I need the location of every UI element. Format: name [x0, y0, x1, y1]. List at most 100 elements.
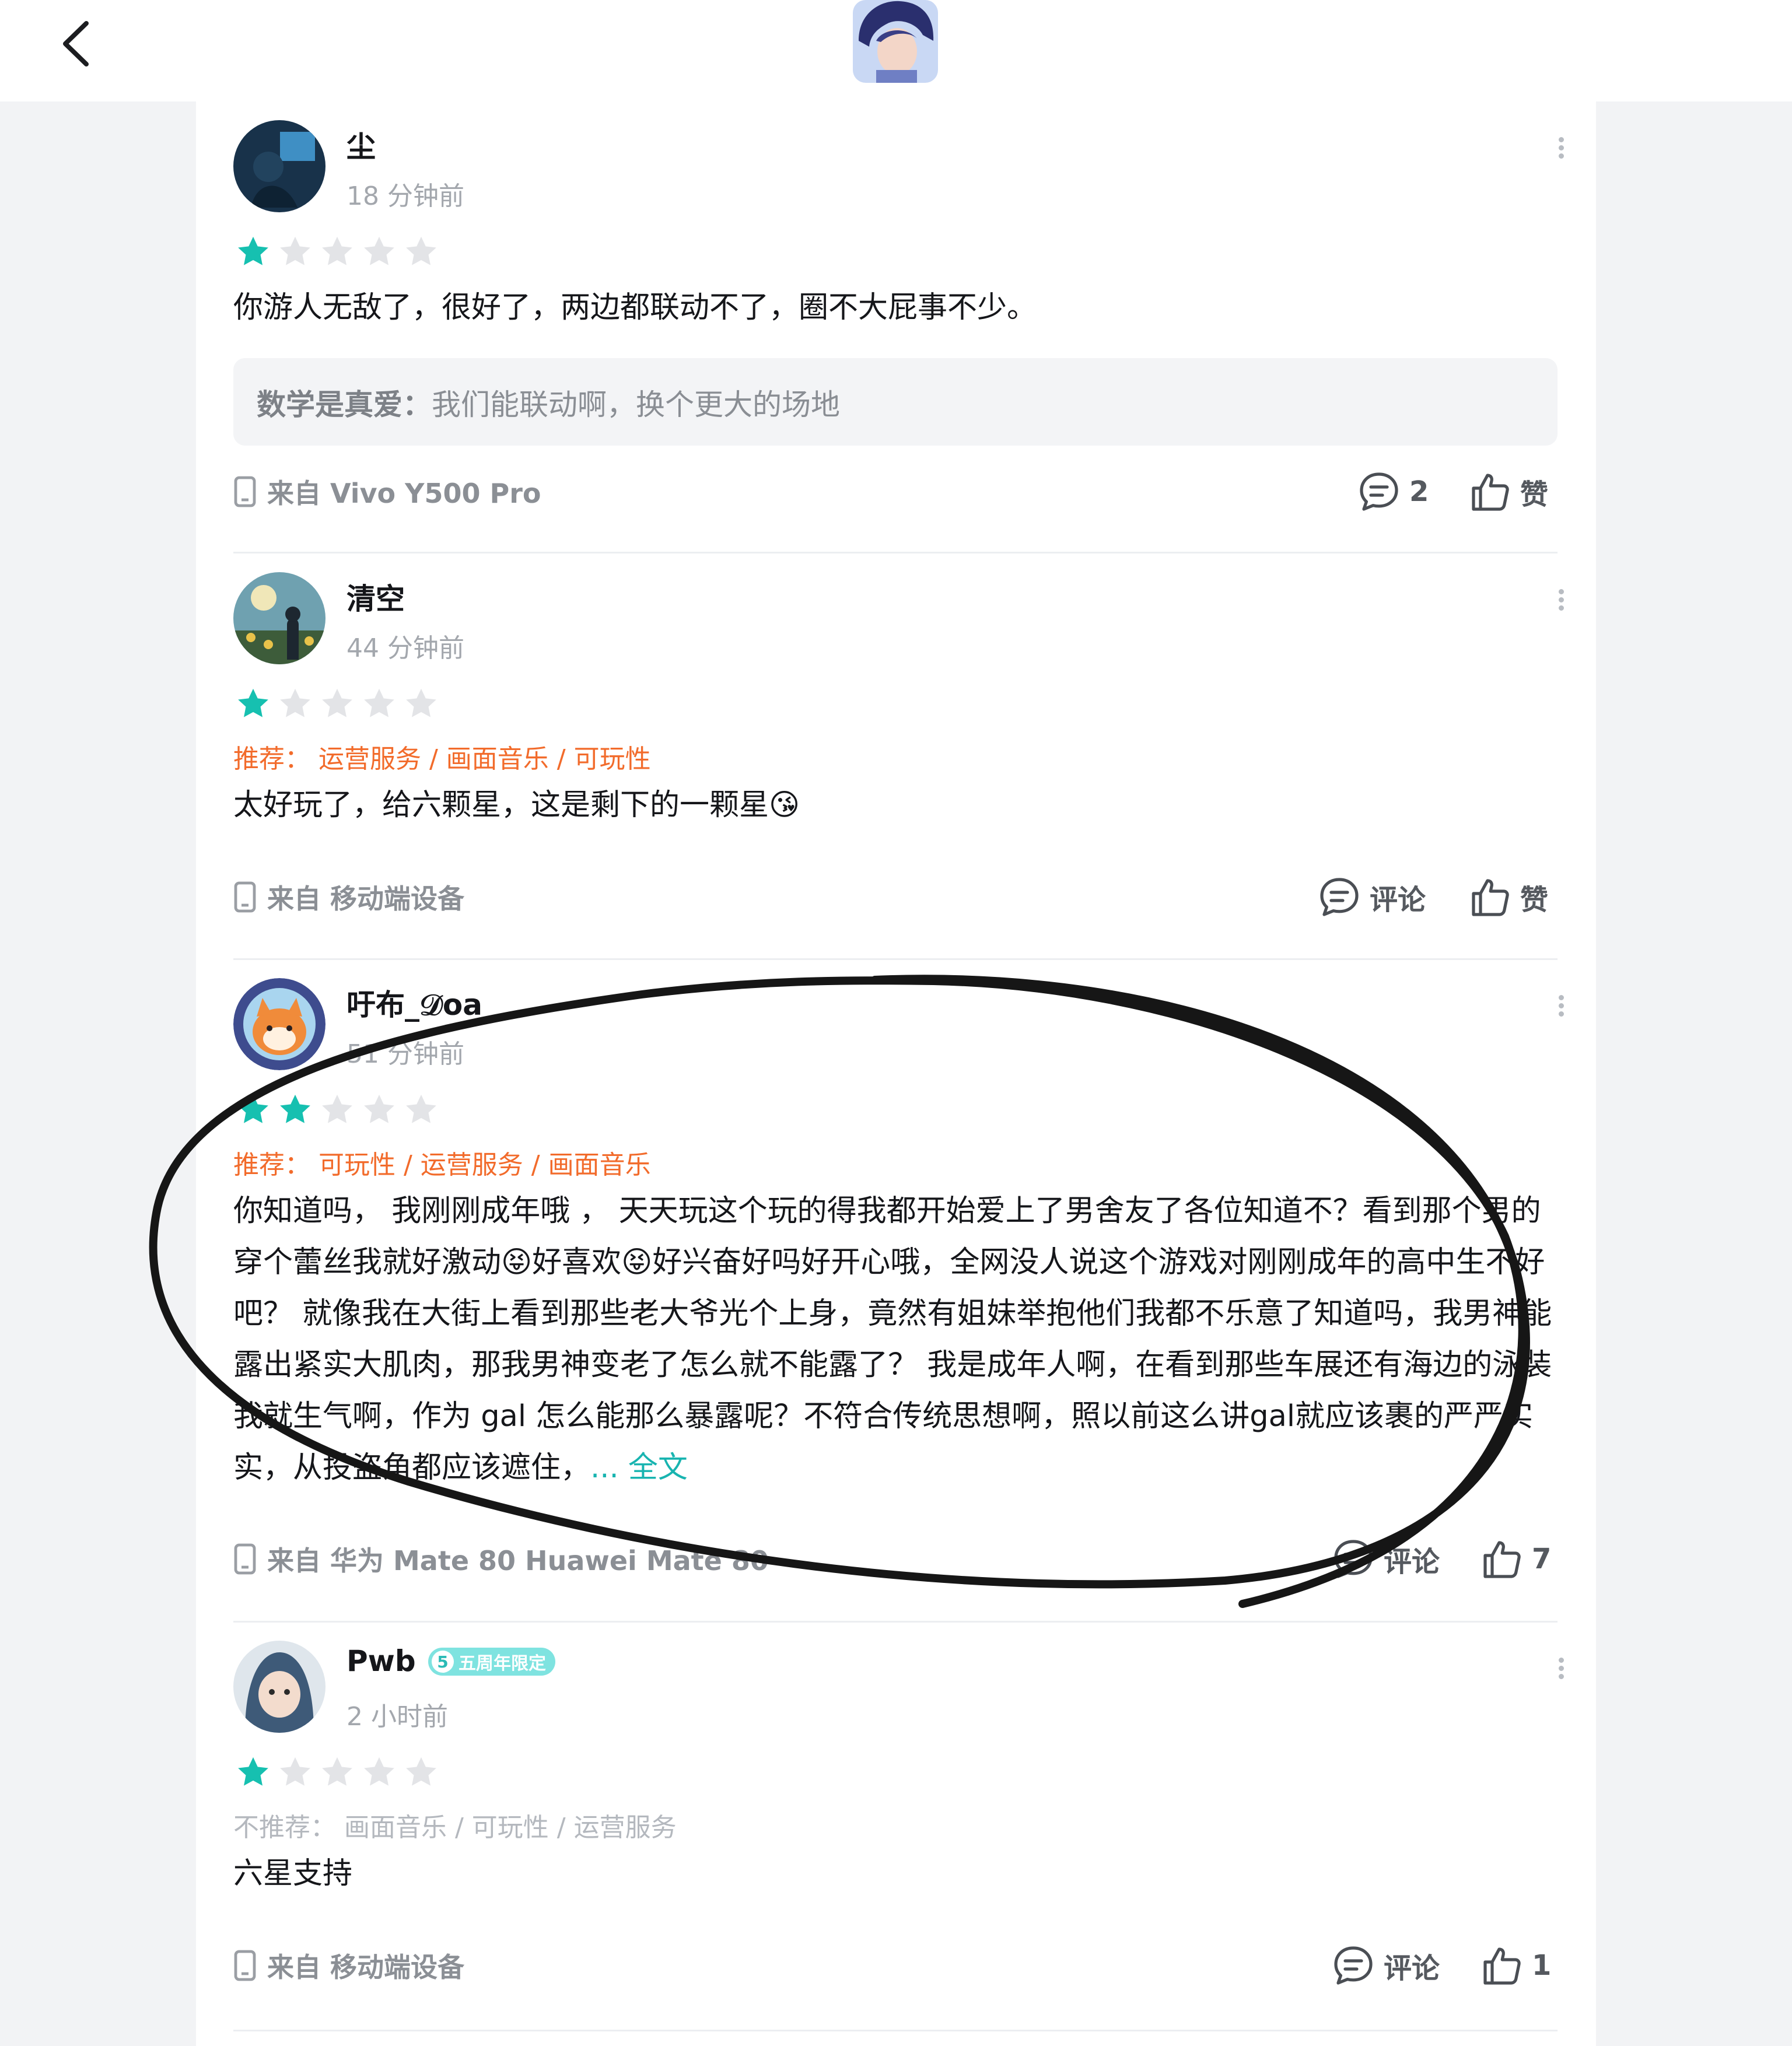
more-options-icon[interactable]: [1549, 992, 1573, 1027]
phone-icon: [233, 1543, 257, 1575]
recommend-tags: 推荐： 运营服务 / 画面音乐 / 可玩性: [233, 744, 651, 774]
star-filled-icon: [235, 1091, 272, 1129]
star-empty-icon: [276, 1754, 314, 1791]
star-empty-icon: [318, 233, 356, 271]
review-text: 六星支持: [233, 1856, 353, 1891]
like-count: 赞: [1520, 478, 1549, 511]
review-card: Pwb 5 五周年限定 2 小时前 不推荐： 画面音乐 / 可玩性 / 运营服务…: [196, 1622, 1596, 2031]
star-empty-icon: [360, 233, 398, 271]
reply-text: 我们能联动啊，换个更大的场地: [432, 388, 840, 422]
device-info: 来自 Vivo Y500 Pro: [233, 471, 541, 512]
comment-button[interactable]: 评论: [1316, 874, 1426, 920]
like-button[interactable]: 7: [1478, 1536, 1551, 1582]
reply-box[interactable]: 数学是真爱：我们能联动啊，换个更大的场地: [233, 358, 1558, 446]
review-text-content: 你知道吗， 我刚刚成年哦 ， 天天玩这个玩的得我都开始爱上了男舍友了各位知道不？…: [233, 1194, 1552, 1485]
device-info: 来自 华为 Mate 80 Huawei Mate 80: [233, 1539, 769, 1579]
star-filled-icon: [235, 1754, 272, 1791]
anniversary-badge[interactable]: 5 五周年限定: [428, 1648, 555, 1676]
anniversary-coin-icon: 5: [432, 1651, 454, 1673]
star-empty-icon: [360, 685, 398, 723]
thumbs-up-icon: [1466, 874, 1513, 920]
review-time: 44 分钟前: [346, 633, 464, 663]
review-time: 2 小时前: [346, 1702, 448, 1732]
comment-icon: [1330, 1942, 1377, 1989]
review-text: 你知道吗， 我刚刚成年哦 ， 天天玩这个玩的得我都开始爱上了男舍友了各位知道不？…: [233, 1186, 1569, 1494]
avatar[interactable]: [233, 978, 326, 1070]
star-empty-icon: [360, 1754, 398, 1791]
device-label: 来自 华为 Mate 80 Huawei Mate 80: [267, 1545, 769, 1576]
star-rating: [235, 685, 440, 723]
star-empty-icon: [276, 233, 314, 271]
star-empty-icon: [402, 1754, 440, 1791]
expand-full-text-link[interactable]: ... 全文: [590, 1451, 688, 1485]
comment-icon: [1330, 1536, 1377, 1582]
more-options-icon[interactable]: [1549, 1655, 1573, 1690]
username[interactable]: Pwb: [346, 1644, 416, 1678]
reply-author[interactable]: 数学是真爱：: [257, 388, 432, 422]
comment-count: 评论: [1370, 884, 1426, 916]
review-card: 吁布_𝒟oa 51 分钟前 推荐： 可玩性 / 运营服务 / 画面音乐 你知道吗…: [196, 959, 1596, 1623]
comment-button[interactable]: 评论: [1330, 1536, 1440, 1582]
like-button[interactable]: 赞: [1466, 874, 1548, 920]
comment-count: 评论: [1384, 1546, 1440, 1578]
phone-icon: [233, 881, 257, 913]
like-button[interactable]: 赞: [1466, 468, 1548, 515]
back-button[interactable]: [47, 12, 111, 76]
not-recommend-tags: 不推荐： 画面音乐 / 可玩性 / 运营服务: [233, 1813, 677, 1842]
avatar[interactable]: [233, 120, 326, 212]
like-count: 赞: [1520, 884, 1549, 916]
phone-icon: [233, 1949, 257, 1982]
star-filled-icon: [235, 685, 272, 723]
star-empty-icon: [360, 1091, 398, 1129]
username[interactable]: 尘: [346, 124, 376, 166]
review-text: 你游人无敌了，很好了，两边都联动不了，圈不大屁事不少。: [233, 290, 1037, 325]
device-info: 来自 移动端设备: [233, 1945, 464, 1986]
like-count: 7: [1532, 1543, 1552, 1575]
review-card: 尘 18 分钟前 你游人无敌了，很好了，两边都联动不了，圈不大屁事不少。 数学是…: [196, 101, 1596, 553]
like-button[interactable]: 1: [1478, 1942, 1551, 1989]
badge-label: 五周年限定: [459, 1653, 546, 1674]
star-empty-icon: [402, 233, 440, 271]
review-time: 18 分钟前: [346, 181, 464, 211]
comment-button[interactable]: 2: [1356, 468, 1429, 515]
star-rating: [235, 233, 440, 271]
device-label: 来自 移动端设备: [267, 1952, 465, 1983]
thumbs-up-icon: [1466, 468, 1513, 515]
chevron-left-icon: [63, 21, 89, 66]
star-rating: [235, 1091, 440, 1129]
comment-count: 2: [1409, 475, 1429, 508]
username[interactable]: 清空: [346, 576, 405, 618]
header-avatar[interactable]: [853, 0, 938, 83]
star-filled-icon: [235, 233, 272, 271]
star-rating: [235, 1754, 440, 1791]
username[interactable]: 吁布_𝒟oa: [346, 982, 482, 1024]
device-label: 来自 移动端设备: [267, 883, 465, 915]
top-bar: [0, 0, 1792, 101]
comment-icon: [1356, 468, 1402, 515]
thumbs-up-icon: [1478, 1942, 1525, 1989]
review-text: 太好玩了，给六颗星，这是剩下的一颗星😘: [233, 788, 800, 822]
star-empty-icon: [318, 1091, 356, 1129]
star-empty-icon: [402, 685, 440, 723]
review-time: 51 分钟前: [346, 1039, 464, 1069]
comment-count: 评论: [1384, 1952, 1440, 1985]
star-empty-icon: [402, 1091, 440, 1129]
comment-icon: [1316, 874, 1363, 920]
device-info: 来自 移动端设备: [233, 877, 464, 917]
comment-button[interactable]: 评论: [1330, 1942, 1440, 1989]
star-empty-icon: [318, 1754, 356, 1791]
more-options-icon[interactable]: [1549, 134, 1573, 169]
avatar[interactable]: [233, 1641, 326, 1733]
recommend-tags: 推荐： 可玩性 / 运营服务 / 画面音乐: [233, 1150, 651, 1180]
review-list: 尘 18 分钟前 你游人无敌了，很好了，两边都联动不了，圈不大屁事不少。 数学是…: [196, 101, 1596, 2046]
phone-icon: [233, 475, 257, 508]
star-filled-icon: [276, 1091, 314, 1129]
more-options-icon[interactable]: [1549, 586, 1573, 621]
thumbs-up-icon: [1478, 1536, 1525, 1582]
divider: [233, 2030, 1558, 2031]
star-empty-icon: [276, 685, 314, 723]
avatar[interactable]: [233, 572, 326, 664]
star-empty-icon: [318, 685, 356, 723]
like-count: 1: [1532, 1949, 1552, 1982]
device-label: 来自 Vivo Y500 Pro: [267, 478, 541, 509]
